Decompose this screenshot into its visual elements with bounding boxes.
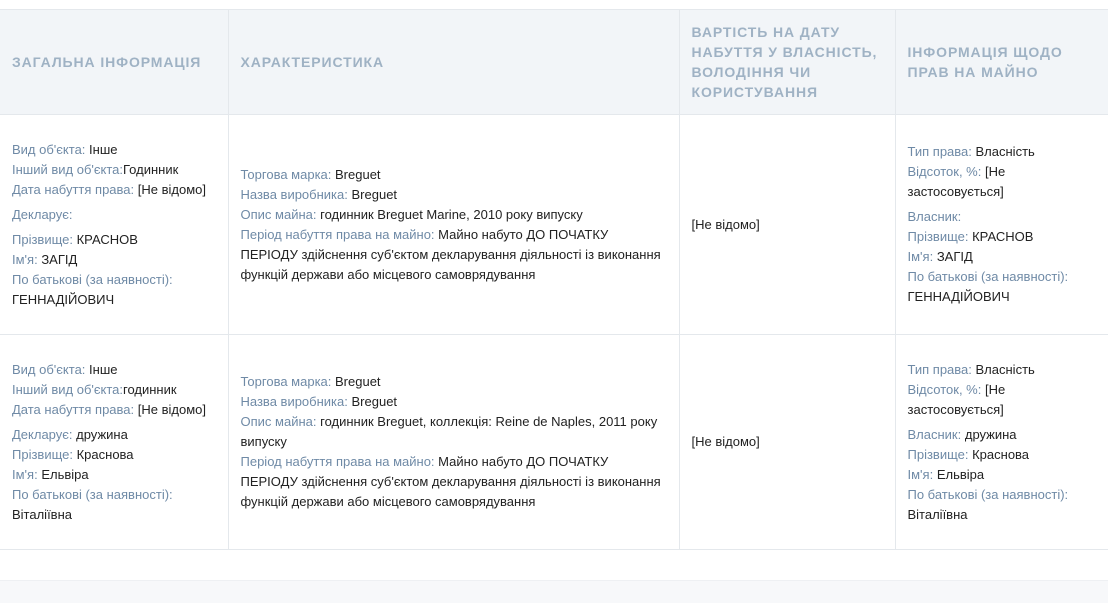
- name-value: Ельвіра: [41, 466, 89, 482]
- surname-value: Краснова: [76, 446, 134, 462]
- acquisition-period-label: Період набуття права на майно:: [240, 226, 435, 242]
- acquisition-date-label: Дата набуття права:: [12, 401, 135, 417]
- table-row: Вид об'єкта: Інше Інший вид об'єкта:Годи…: [0, 114, 1108, 335]
- manufacturer-label: Назва виробника:: [240, 394, 348, 409]
- description-label: Опис майна:: [240, 206, 317, 222]
- patronymic-value: ГЕННАДІЙОВИЧ: [12, 291, 115, 307]
- owner-surname-label: Прізвище:: [907, 229, 969, 244]
- value-text: [Не відомо]: [691, 434, 760, 449]
- other-object-type-value: Годинник: [123, 161, 179, 177]
- percent-label: Відсоток, %:: [907, 381, 982, 397]
- brand-value: Breguet: [335, 374, 381, 389]
- acquisition-date-value: [Не відомо]: [137, 181, 206, 197]
- general-info-cell: Вид об'єкта: Інше Інший вид об'єкта:годи…: [0, 334, 229, 550]
- table-row: Вид об'єкта: Інше Інший вид об'єкта:годи…: [0, 334, 1108, 550]
- acquisition-date-value: [Не відомо]: [137, 401, 206, 417]
- name-value: ЗАГІД: [41, 251, 78, 267]
- surname-label: Прізвище:: [12, 446, 73, 462]
- patronymic-value: Віталіївна: [12, 506, 72, 522]
- other-object-type-label: Інший вид об'єкта:: [12, 161, 123, 177]
- general-info-cell: Вид об'єкта: Інше Інший вид об'єкта:Годи…: [0, 114, 229, 335]
- declarant-label: Декларує:: [12, 426, 73, 442]
- owner-surname-value: Краснова: [972, 446, 1030, 462]
- other-object-type-value: годинник: [123, 381, 177, 397]
- characteristic-cell: Торгова марка: Breguet Назва виробника: …: [227, 334, 680, 550]
- surname-label: Прізвище:: [12, 231, 73, 247]
- description-label: Опис майна:: [240, 414, 317, 429]
- owner-value: дружина: [964, 426, 1017, 442]
- acquisition-date-label: Дата набуття права:: [12, 181, 135, 197]
- brand-label: Торгова марка:: [240, 374, 332, 389]
- name-label: Ім'я:: [12, 466, 38, 482]
- right-type-value: Власність: [975, 144, 1035, 159]
- object-type-label: Вид об'єкта:: [12, 361, 86, 377]
- brand-label: Торгова марка:: [240, 166, 332, 182]
- owner-surname-value: КРАСНОВ: [972, 229, 1034, 244]
- rights-cell: Тип права: Власність Відсоток, %: [Не за…: [894, 334, 1108, 550]
- owner-patronymic-value: ГЕННАДІЙОВИЧ: [907, 289, 1010, 304]
- owner-patronymic-label: По батькові (за наявності):: [907, 269, 1069, 284]
- description-value: годинник Breguet Marine, 2010 року випус…: [320, 206, 583, 222]
- object-type-label: Вид об'єкта:: [12, 141, 86, 157]
- header-rights: ІНФОРМАЦІЯ ЩОДО ПРАВ НА МАЙНО: [894, 9, 1108, 115]
- other-object-type-label: Інший вид об'єкта:: [12, 381, 123, 397]
- acquisition-period-label: Період набуття права на майно:: [240, 454, 435, 469]
- brand-value: Breguet: [335, 166, 381, 182]
- manufacturer-value: Breguet: [351, 394, 398, 409]
- patronymic-label: По батькові (за наявності):: [12, 486, 173, 502]
- table-header-row: ЗАГАЛЬНА ІНФОРМАЦІЯ ХАРАКТЕРИСТИКА ВАРТІ…: [0, 9, 1108, 115]
- name-label: Ім'я:: [12, 251, 38, 267]
- owner-name-value: ЗАГІД: [936, 249, 973, 264]
- owner-patronymic-label: По батькові (за наявності):: [907, 486, 1069, 502]
- owner-name-label: Ім'я:: [907, 249, 934, 264]
- declarant-value: дружина: [76, 426, 128, 442]
- owner-surname-label: Прізвище:: [907, 446, 969, 462]
- declarant-label: Декларує:: [12, 206, 73, 222]
- characteristic-cell: Торгова марка: Breguet Назва виробника: …: [227, 114, 680, 335]
- manufacturer-label: Назва виробника:: [240, 186, 348, 202]
- percent-label: Відсоток, %:: [907, 164, 982, 179]
- owner-name-label: Ім'я:: [907, 466, 934, 482]
- patronymic-label: По батькові (за наявності):: [12, 271, 173, 287]
- owner-name-value: Ельвіра: [936, 466, 985, 482]
- right-type-label: Тип права:: [907, 361, 972, 377]
- value-text: [Не відомо]: [691, 216, 760, 232]
- owner-patronymic-value: Віталіївна: [907, 506, 968, 522]
- property-table: ЗАГАЛЬНА ІНФОРМАЦІЯ ХАРАКТЕРИСТИКА ВАРТІ…: [0, 9, 1108, 550]
- right-type-value: Власність: [975, 361, 1035, 377]
- value-cell: [Не відомо]: [678, 334, 896, 550]
- top-spacer: [0, 0, 1108, 9]
- header-characteristic: ХАРАКТЕРИСТИКА: [227, 9, 680, 115]
- owner-label: Власник:: [907, 426, 962, 442]
- owner-label: Власник:: [907, 209, 962, 224]
- object-type-value: Інше: [89, 361, 118, 377]
- right-type-label: Тип права:: [907, 144, 972, 159]
- header-general: ЗАГАЛЬНА ІНФОРМАЦІЯ: [0, 9, 229, 115]
- surname-value: КРАСНОВ: [76, 231, 138, 247]
- value-cell: [Не відомо]: [678, 114, 896, 335]
- object-type-value: Інше: [89, 141, 118, 157]
- rights-cell: Тип права: Власність Відсоток, %: [Не за…: [894, 114, 1108, 335]
- header-value: ВАРТІСТЬ НА ДАТУ НАБУТТЯ У ВЛАСНІСТЬ, ВО…: [678, 9, 896, 115]
- manufacturer-value: Breguet: [351, 186, 398, 202]
- bottom-band: [0, 580, 1108, 603]
